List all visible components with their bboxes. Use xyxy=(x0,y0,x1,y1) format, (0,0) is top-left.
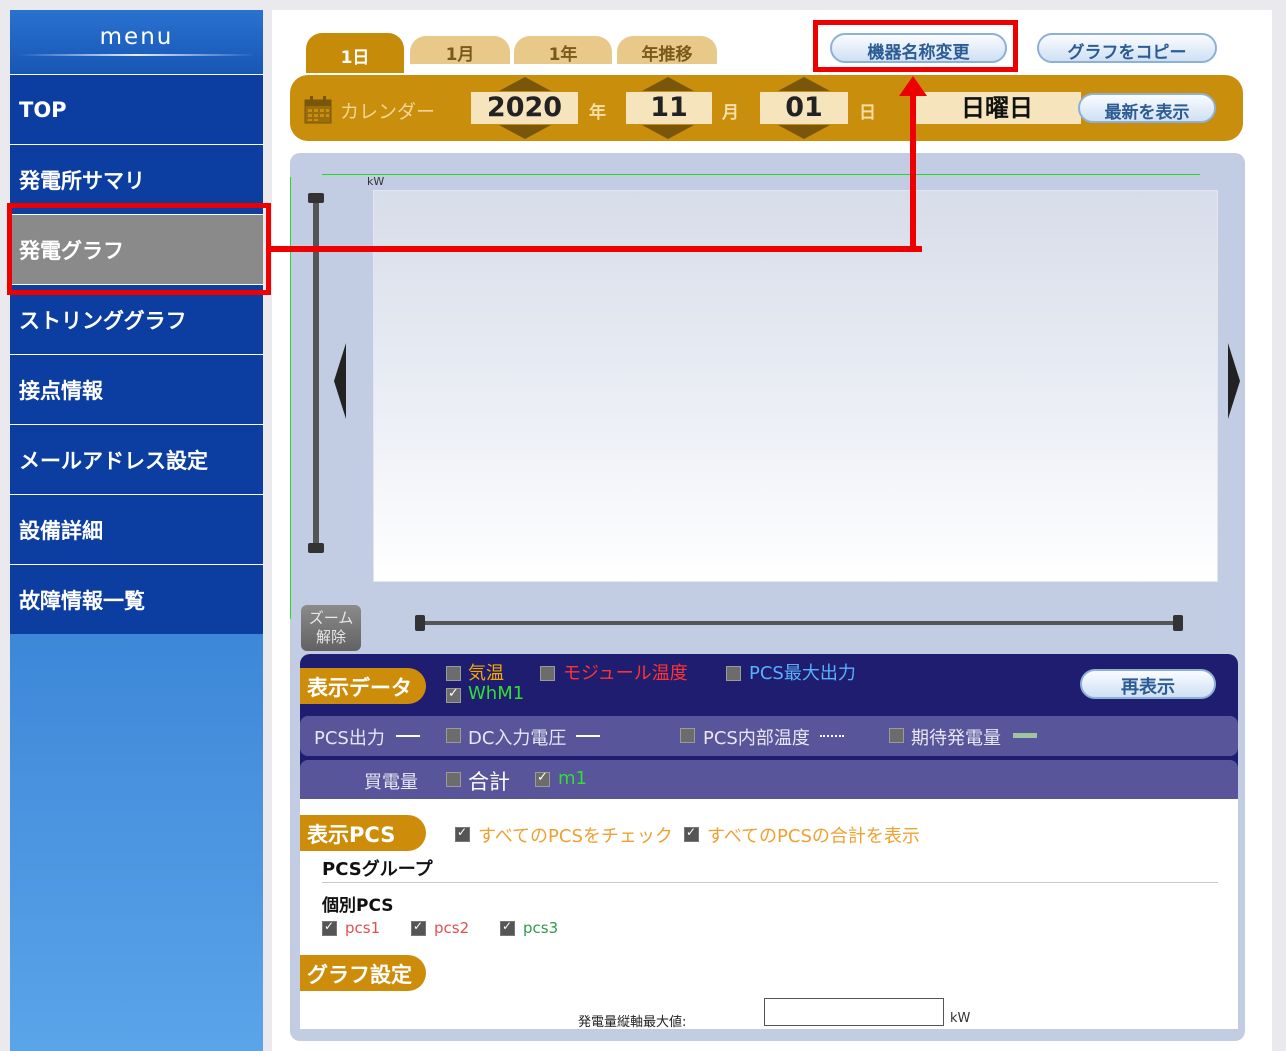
next-arrow-icon[interactable] xyxy=(1228,343,1240,419)
vertical-slider-bottom-handle[interactable] xyxy=(308,543,324,553)
month-down-arrow-icon[interactable] xyxy=(642,125,694,139)
y-axis-unit: kW xyxy=(367,175,385,188)
pcs-temp-legend-line xyxy=(820,735,844,737)
prev-arrow-icon[interactable] xyxy=(334,343,346,419)
graph-green-line xyxy=(322,174,1200,175)
show-pcs-total-checkbox[interactable] xyxy=(684,825,699,842)
temp-label: 気温 xyxy=(468,663,504,684)
check-all-pcs-label: すべてのPCSをチェック xyxy=(478,826,673,847)
display-data-title: 表示データ xyxy=(300,668,426,704)
buy-power-label: 買電量 xyxy=(364,772,418,793)
month-up-arrow-icon[interactable] xyxy=(642,77,694,91)
year-field[interactable]: 2020 xyxy=(471,92,578,124)
dc-voltage-legend-line xyxy=(576,735,600,737)
annotation-arrow-icon xyxy=(899,76,927,96)
buy-total-label: 合計 xyxy=(468,770,510,794)
expected-generation-checkbox[interactable] xyxy=(889,728,904,743)
year-up-arrow-icon[interactable] xyxy=(499,77,551,91)
main-panel: 1日 1月 1年 年推移 機器名称変更 グラフをコピー カレンダー 2020 年… xyxy=(272,10,1272,1051)
zoom-reset-line1: ズーム xyxy=(308,609,354,627)
buy-total-checkbox[interactable] xyxy=(446,772,461,787)
display-data-row2: PCS出力 DC入力電圧 PCS内部温度 期待発電量 xyxy=(300,716,1238,756)
annotation-line-horizontal xyxy=(271,246,922,252)
display-pcs-title: 表示PCS xyxy=(300,815,426,851)
max-value-unit: kW xyxy=(950,1011,971,1026)
pcs-divider xyxy=(322,882,1218,883)
max-value-input[interactable] xyxy=(764,998,944,1026)
graph-green-axis xyxy=(290,177,300,619)
sidebar-item-top[interactable]: TOP xyxy=(10,74,263,144)
m1-checkbox[interactable] xyxy=(535,770,550,787)
whm1-label: WhM1 xyxy=(468,683,525,704)
check-all-pcs-checkbox[interactable] xyxy=(455,825,470,842)
sidebar-item-equipment-details[interactable]: 設備詳細 xyxy=(10,494,263,564)
pcs2-label: pcs2 xyxy=(434,919,470,937)
sidebar: menu TOP 発電所サマリ 発電グラフ ストリンググラフ 接点情報 メールア… xyxy=(10,10,263,1051)
pcs-internal-temp-checkbox[interactable] xyxy=(680,728,695,743)
expected-generation-label: 期待発電量 xyxy=(911,728,1001,749)
whm1-checkbox[interactable] xyxy=(446,686,461,703)
day-down-arrow-icon[interactable] xyxy=(778,125,830,139)
pcs3-label: pcs3 xyxy=(523,919,559,937)
pcs3-checkbox[interactable] xyxy=(500,919,515,936)
pcs-max-output-label: PCS最大出力 xyxy=(749,663,856,684)
individual-pcs-label: 個別PCS xyxy=(322,896,394,916)
annotation-box-rename xyxy=(813,20,1018,72)
weekday-display: 日曜日 xyxy=(913,92,1081,124)
pcs-output-legend-line xyxy=(396,735,420,737)
pcs-internal-temp-label: PCS内部温度 xyxy=(703,728,810,749)
year-down-arrow-icon[interactable] xyxy=(499,125,551,139)
pcs2-checkbox[interactable] xyxy=(411,919,426,936)
pcs-max-output-checkbox[interactable] xyxy=(726,666,741,681)
year-unit: 年 xyxy=(589,103,606,123)
dc-voltage-checkbox[interactable] xyxy=(446,728,461,743)
dc-voltage-label: DC入力電圧 xyxy=(468,728,567,749)
sidebar-item-fault-list[interactable]: 故障情報一覧 xyxy=(10,564,263,634)
tab-1month[interactable]: 1月 xyxy=(410,36,510,65)
day-up-arrow-icon[interactable] xyxy=(778,77,830,91)
pcs-output-label: PCS出力 xyxy=(314,728,385,749)
sidebar-item-contact-info[interactable]: 接点情報 xyxy=(10,354,263,424)
month-unit: 月 xyxy=(722,103,739,123)
page-root: menu TOP 発電所サマリ 発電グラフ ストリンググラフ 接点情報 メールア… xyxy=(0,0,1286,1051)
vertical-slider-top-handle[interactable] xyxy=(308,193,324,203)
annotation-line-vertical xyxy=(910,94,916,252)
zoom-reset-button[interactable]: ズーム 解除 xyxy=(301,605,361,651)
temp-checkbox[interactable] xyxy=(446,666,461,681)
display-data-panel: 表示データ 気温 モジュール温度 PCS最大出力 WhM1 再表示 PCS出力 … xyxy=(300,654,1238,799)
copy-graph-button[interactable]: グラフをコピー xyxy=(1037,33,1217,63)
module-temp-checkbox[interactable] xyxy=(540,666,555,681)
max-value-label: 発電量縦軸最大値: xyxy=(578,1015,687,1030)
horizontal-zoom-slider[interactable] xyxy=(415,615,1183,631)
zoom-reset-line2: 解除 xyxy=(315,628,346,646)
month-field[interactable]: 11 xyxy=(626,92,712,124)
show-latest-button[interactable]: 最新を表示 xyxy=(1078,93,1216,123)
display-data-row3: 買電量 合計 m1 xyxy=(300,760,1238,799)
pcs-settings-panel: 表示PCS すべてのPCSをチェック すべてのPCSの合計を表示 PCSグループ… xyxy=(300,799,1238,1030)
horizontal-slider-right-handle[interactable] xyxy=(1173,615,1183,631)
day-field[interactable]: 01 xyxy=(760,92,848,124)
pcs1-label: pcs1 xyxy=(345,919,381,937)
tab-1year[interactable]: 1年 xyxy=(514,36,612,65)
show-pcs-total-label: すべてのPCSの合計を表示 xyxy=(707,826,920,847)
pcs1-checkbox[interactable] xyxy=(322,919,337,936)
graph-settings-title: グラフ設定 xyxy=(300,955,426,991)
menu-header: menu xyxy=(10,10,263,74)
m1-label: m1 xyxy=(558,768,587,789)
tab-yearly-trend[interactable]: 年推移 xyxy=(617,36,717,65)
graph-panel: kW ズーム 解除 表示データ 気温 モジュール温度 PCS最大出力 ✓ WhM… xyxy=(290,153,1245,1041)
calendar-label: カレンダー xyxy=(340,101,436,123)
module-temp-label: モジュール温度 xyxy=(563,663,688,684)
sidebar-item-mail-settings[interactable]: メールアドレス設定 xyxy=(10,424,263,494)
expected-legend-line xyxy=(1013,733,1037,738)
tab-1day[interactable]: 1日 xyxy=(306,33,404,73)
calendar-icon[interactable] xyxy=(304,96,332,124)
redisplay-button[interactable]: 再表示 xyxy=(1080,669,1216,699)
pcs-group-label: PCSグループ xyxy=(322,859,433,880)
annotation-box-sidebar xyxy=(7,203,271,295)
day-unit: 日 xyxy=(859,103,876,123)
horizontal-slider-left-handle[interactable] xyxy=(415,615,425,631)
